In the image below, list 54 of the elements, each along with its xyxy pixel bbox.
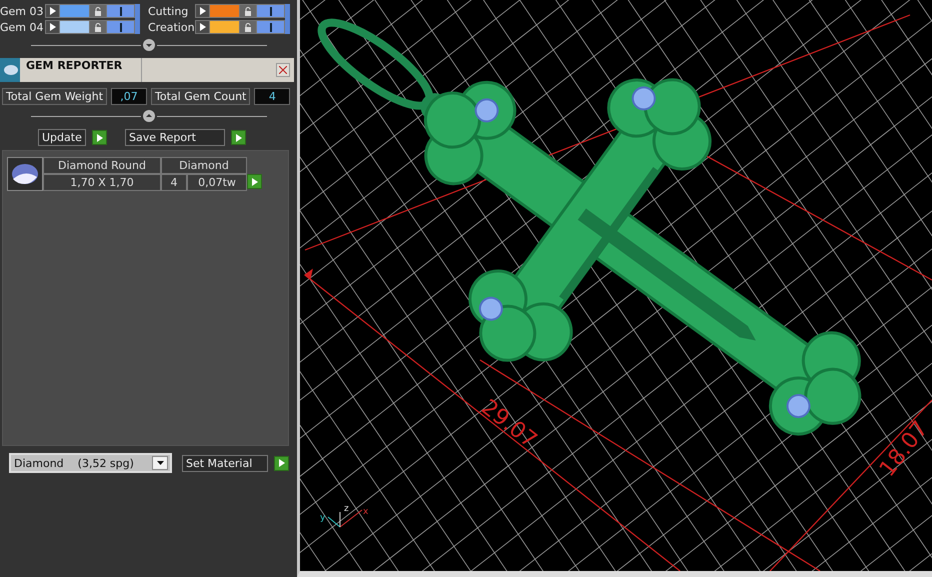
play-button[interactable] <box>46 5 59 17</box>
layer-name: Creation <box>148 20 195 34</box>
run-button[interactable] <box>247 174 262 189</box>
material-dropdown[interactable]: Diamond (3,52 spg) <box>9 453 172 473</box>
play-icon <box>252 178 258 186</box>
run-button[interactable] <box>231 130 246 145</box>
color-swatch[interactable] <box>209 21 239 33</box>
gem-icon <box>11 163 39 185</box>
layer-name: Gem 03 <box>0 4 45 18</box>
lock-button[interactable] <box>89 21 106 33</box>
lock-button[interactable] <box>89 5 106 17</box>
gem-cut: Diamond Round <box>43 157 161 174</box>
layer-name: Gem 04 <box>0 20 45 34</box>
total-value: 4 <box>254 88 290 105</box>
play-icon <box>96 134 102 142</box>
action-button[interactable]: Save Report <box>125 129 225 146</box>
play-icon <box>278 459 284 467</box>
total-label: Total Gem Weight <box>2 88 108 105</box>
dropdown-button[interactable] <box>152 456 168 470</box>
action-button[interactable]: Set Material <box>182 454 268 472</box>
play-button[interactable] <box>46 21 59 33</box>
gem-count: 4 <box>161 174 187 191</box>
visibility-toggle[interactable] <box>106 21 134 33</box>
visibility-toggle[interactable] <box>106 5 134 17</box>
color-swatch[interactable] <box>209 5 239 17</box>
run-button[interactable] <box>274 456 289 470</box>
close-button[interactable] <box>276 63 290 77</box>
gem-size: 1,70 X 1,70 <box>43 174 161 191</box>
total-value: ,07 <box>111 88 148 105</box>
action-button[interactable]: Update <box>38 129 86 146</box>
collapse-button[interactable] <box>142 39 154 51</box>
caret-icon <box>156 461 164 465</box>
lock-icon <box>244 6 252 16</box>
total-label: Total Gem Count <box>151 88 250 105</box>
play-button[interactable] <box>196 5 209 17</box>
layer-name: Cutting <box>148 4 190 18</box>
expand-button[interactable] <box>142 110 154 122</box>
lock-button[interactable] <box>239 5 256 17</box>
run-button[interactable] <box>92 130 107 145</box>
play-icon <box>236 134 242 142</box>
visibility-toggle[interactable] <box>256 21 284 33</box>
lock-icon <box>244 22 252 32</box>
gem-reporter-icon <box>0 58 20 82</box>
lock-button[interactable] <box>239 21 256 33</box>
gem-material: Diamond <box>161 157 247 174</box>
lock-icon <box>94 6 102 16</box>
color-swatch[interactable] <box>59 21 89 33</box>
gem-weight: 0,07tw <box>187 174 247 191</box>
close-icon <box>279 66 287 74</box>
play-button[interactable] <box>196 21 209 33</box>
panel-title: GEM REPORTER <box>20 58 142 82</box>
lock-icon <box>94 22 102 32</box>
visibility-toggle[interactable] <box>256 5 284 17</box>
color-swatch[interactable] <box>59 5 89 17</box>
